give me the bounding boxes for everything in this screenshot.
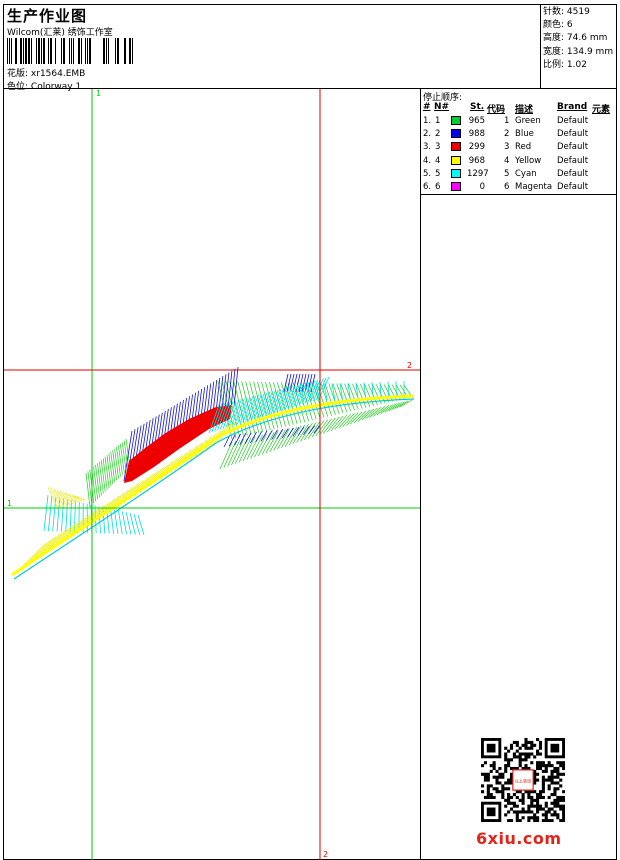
stop-row: 6. 6 0 6 Magenta Default [421, 181, 617, 194]
stat-width: 宽度: 134.9 mm [543, 46, 614, 57]
stat-scale: 比例: 1.02 [543, 59, 587, 70]
row-brand: Default [557, 182, 589, 192]
sheet-title: 生产作业图 [7, 7, 88, 25]
stop-row: 3. 3 299 3 Red Default [421, 141, 617, 154]
design-preview: 1 1 2 2 [4, 89, 420, 860]
color-swatch [451, 168, 461, 178]
barcode [7, 38, 133, 64]
col-element: 元素 [592, 105, 611, 115]
company-name: Wilcom(汇莱) 绣饰工作室 [7, 28, 113, 38]
row-stitches: 0 [479, 182, 485, 192]
row-brand: Default [557, 142, 589, 153]
row-stitches: 965 [468, 116, 485, 126]
row-desc: Blue [515, 129, 534, 140]
color-swatch [451, 142, 461, 152]
stat-stitches: 针数: 4519 [543, 7, 590, 17]
row-desc: Yellow [515, 155, 542, 166]
row-desc: Red [515, 142, 532, 153]
stat-colors: 颜色: 6 [543, 20, 573, 31]
col-hash: # [423, 102, 431, 112]
row-stitches: 299 [468, 142, 485, 153]
row-desc: Cyan [515, 168, 537, 179]
stop-sequence-panel: 停止顺序: # N# St. 代码 描述 Brand 元素 1. 1 965 1 Gre… [421, 89, 617, 195]
row-brand: Default [557, 116, 589, 126]
seal-text: 以上装饰 [515, 778, 532, 785]
col-brand: Brand [557, 102, 588, 112]
color-swatch [451, 182, 461, 191]
stop-row: 5. 5 1297 5 Cyan Default [421, 168, 617, 181]
row-code: 3 [504, 142, 510, 153]
design-label: 花版: [7, 69, 29, 79]
row-needle: 1 [435, 116, 441, 126]
stop-row: 4. 4 968 4 Yellow Default [421, 155, 617, 168]
row-needle: 4 [435, 155, 441, 166]
sheet-header: 生产作业图 Wilcom(汇莱) 绣饰工作室 花版: xr1564.EMB 色位… [4, 5, 540, 92]
row-stitches: 1297 [467, 168, 489, 179]
stop-sequence-header: # N# St. 代码 描述 Brand 元素 [421, 102, 617, 115]
watermark-site: 6xiu.com [476, 829, 562, 848]
qr-code: 以上装饰 [481, 738, 565, 822]
row-code: 5 [504, 168, 510, 179]
row-desc: Green [515, 116, 541, 126]
red-fill-area [124, 405, 232, 483]
row-code: 2 [504, 129, 510, 140]
row-needle: 6 [435, 182, 441, 192]
row-code: 6 [504, 182, 510, 192]
row-stitches: 988 [468, 129, 485, 140]
design-line: 花版: xr1564.EMB [7, 66, 85, 79]
design-file: xr1564.EMB [30, 69, 86, 79]
color-swatch [451, 129, 461, 139]
feather-embroidery [11, 366, 415, 580]
row-brand: Default [557, 155, 589, 166]
row-index: 5. [423, 168, 432, 179]
row-index: 4. [423, 155, 432, 166]
row-stitches: 968 [468, 155, 485, 166]
col-desc: 描述 [515, 105, 534, 115]
row-needle: 2 [435, 129, 441, 140]
panel-divider [420, 88, 421, 860]
stat-height: 高度: 74.6 mm [543, 33, 608, 44]
row-desc: Magenta [515, 182, 553, 192]
red-guide-label-bottom: 2 [323, 850, 328, 859]
red-guide-label-right: 2 [407, 361, 412, 370]
stop-row: 2. 2 988 2 Blue Default [421, 128, 617, 141]
row-needle: 3 [435, 142, 441, 153]
row-needle: 5 [435, 168, 441, 179]
row-index: 6. [423, 182, 432, 192]
color-swatch [451, 155, 461, 165]
row-index: 2. [423, 129, 432, 140]
color-swatch [451, 116, 461, 125]
stop-row: 1. 1 965 1 Green Default [421, 115, 617, 128]
col-n: N# [434, 102, 450, 112]
col-code: 代码 [487, 105, 506, 115]
green-guide-label-top: 1 [96, 89, 101, 98]
row-brand: Default [557, 129, 589, 140]
col-st: St. [470, 102, 485, 112]
row-brand: Default [557, 168, 589, 179]
row-code: 1 [504, 116, 510, 126]
green-guide-label-left: 1 [7, 499, 12, 508]
row-code: 4 [504, 155, 510, 166]
row-index: 1. [423, 116, 432, 126]
design-stats: 针数: 4519 颜色: 6 高度: 74.6 mm 宽度: 134.9 mm … [540, 4, 617, 89]
row-index: 3. [423, 142, 432, 153]
